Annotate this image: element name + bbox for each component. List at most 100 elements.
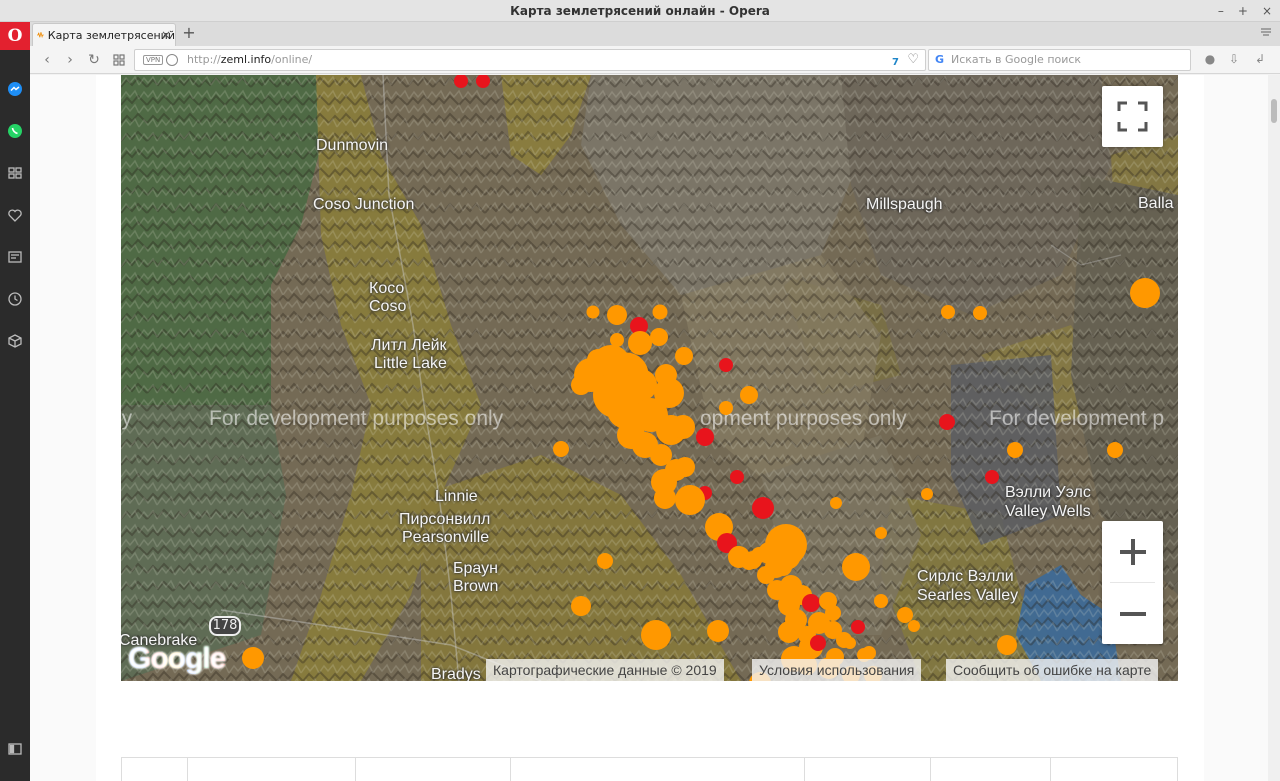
- earthquake-map[interactable]: ly For development purposes only opment …: [121, 75, 1178, 681]
- earthquake-marker[interactable]: [767, 580, 787, 600]
- earthquake-marker[interactable]: [675, 485, 705, 515]
- forward-icon[interactable]: ›: [61, 51, 79, 69]
- table-divider: [187, 758, 188, 781]
- earthquake-marker[interactable]: [596, 383, 620, 407]
- url-text[interactable]: http://zeml.info/online/: [187, 50, 312, 70]
- place-coso-junction: Coso Junction: [313, 196, 415, 213]
- fullscreen-button[interactable]: [1102, 86, 1163, 147]
- terms-of-use-link[interactable]: Условия использования: [752, 659, 922, 681]
- bookmark-heart-icon[interactable]: ♡: [907, 50, 919, 70]
- earthquake-marker-recent[interactable]: [810, 635, 826, 651]
- whatsapp-icon[interactable]: [7, 123, 23, 139]
- new-tab-button[interactable]: +: [180, 23, 198, 42]
- earthquake-marker[interactable]: [874, 594, 888, 608]
- earthquake-marker[interactable]: [607, 305, 627, 325]
- earthquake-marker[interactable]: [553, 441, 569, 457]
- vpn-badge[interactable]: VPN: [143, 55, 164, 65]
- earthquake-marker[interactable]: [571, 375, 591, 395]
- earthquake-marker[interactable]: [586, 305, 600, 319]
- earthquake-marker[interactable]: [997, 635, 1017, 655]
- google-logo[interactable]: Google: [128, 642, 226, 676]
- earthquake-marker[interactable]: [740, 386, 758, 404]
- zoom-out-button[interactable]: [1102, 583, 1163, 644]
- reload-icon[interactable]: ↻: [85, 51, 103, 69]
- table-divider: [804, 758, 805, 781]
- place-searles-valley-en: Searles Valley: [917, 587, 1019, 604]
- messenger-icon[interactable]: [7, 81, 23, 97]
- tab-grid-icon[interactable]: [110, 51, 128, 69]
- earthquake-marker-recent[interactable]: [939, 414, 955, 430]
- dev-watermark-left: ly: [121, 407, 133, 430]
- tab-menu-icon[interactable]: [1260, 26, 1272, 38]
- history-clock-icon[interactable]: [7, 291, 23, 307]
- earthquake-marker[interactable]: [652, 304, 668, 320]
- earthquake-marker[interactable]: [1107, 442, 1123, 458]
- earthquake-marker[interactable]: [973, 306, 987, 320]
- download-icon[interactable]: ⇩: [1226, 52, 1242, 68]
- sidebar-toggle-icon[interactable]: [7, 741, 23, 757]
- place-balla: Balla: [1138, 195, 1174, 212]
- earthquake-marker[interactable]: [825, 605, 841, 621]
- back-icon[interactable]: ‹: [38, 51, 56, 69]
- earthquake-marker[interactable]: [941, 305, 955, 319]
- news-icon[interactable]: [7, 249, 23, 265]
- earthquake-marker[interactable]: [875, 527, 887, 539]
- tab-earthquake-map[interactable]: Карта землетрясений ×: [32, 23, 176, 46]
- earthquake-marker[interactable]: [641, 620, 671, 650]
- earthquake-marker-recent[interactable]: [730, 470, 744, 484]
- earthquake-marker[interactable]: [1130, 278, 1160, 308]
- earthquake-marker[interactable]: [842, 553, 870, 581]
- earthquake-marker[interactable]: [571, 596, 591, 616]
- scrollbar-thumb[interactable]: [1271, 99, 1277, 123]
- place-little-lake-en: Little Lake: [374, 355, 447, 372]
- earthquake-marker[interactable]: [1007, 442, 1023, 458]
- minimize-button[interactable]: –: [1218, 0, 1224, 22]
- earthquake-marker[interactable]: [844, 637, 856, 649]
- vertical-scrollbar[interactable]: [1268, 75, 1280, 781]
- place-searles-valley-ru: Сирлс Вэлли: [917, 568, 1014, 585]
- earthquake-marker-recent[interactable]: [696, 428, 714, 446]
- dev-watermark: For development purposes only: [209, 407, 504, 430]
- close-window-button[interactable]: ×: [1262, 0, 1272, 22]
- earthquake-marker[interactable]: [597, 553, 613, 569]
- opera-menu-button[interactable]: O: [0, 22, 30, 50]
- earthquake-marker[interactable]: [778, 621, 800, 643]
- earthquake-marker[interactable]: [242, 647, 264, 669]
- earthquake-marker-recent[interactable]: [719, 358, 733, 372]
- earthquake-marker[interactable]: [671, 415, 695, 439]
- search-placeholder: Искать в Google поиск: [951, 53, 1082, 66]
- earthquake-marker[interactable]: [908, 620, 920, 632]
- earthquake-marker[interactable]: [707, 620, 729, 642]
- earthquake-marker-recent[interactable]: [851, 620, 865, 634]
- earthquake-marker[interactable]: [774, 558, 792, 576]
- address-bar[interactable]: VPN http://zeml.info/online/ 7 ♡: [134, 49, 926, 71]
- zoom-in-button[interactable]: [1102, 521, 1163, 582]
- search-input[interactable]: G Искать в Google поиск: [928, 49, 1191, 71]
- earthquake-marker[interactable]: [830, 497, 842, 509]
- earthquake-marker-recent[interactable]: [802, 594, 820, 612]
- earthquake-marker[interactable]: [650, 328, 668, 346]
- maximize-button[interactable]: +: [1238, 0, 1248, 22]
- fullscreen-icon: [1117, 101, 1148, 132]
- extension-badge[interactable]: 7: [892, 53, 899, 73]
- bookmarks-heart-icon[interactable]: [7, 207, 23, 223]
- earthquake-marker[interactable]: [719, 401, 733, 415]
- report-map-error-link[interactable]: Сообщить об ошибке на карте: [946, 659, 1159, 681]
- earthquake-marker[interactable]: [654, 487, 676, 509]
- earthquake-marker[interactable]: [741, 554, 757, 570]
- earthquake-marker[interactable]: [675, 457, 695, 477]
- earthquake-marker-recent[interactable]: [752, 497, 774, 519]
- earthquake-marker[interactable]: [921, 488, 933, 500]
- earthquake-marker[interactable]: [628, 331, 652, 355]
- window-controls: – + ×: [1218, 0, 1272, 22]
- tab-close-icon[interactable]: ×: [161, 28, 171, 42]
- snapshot-icon[interactable]: ↲: [1252, 52, 1268, 68]
- cookie-icon[interactable]: ●: [1202, 52, 1218, 68]
- earthquake-marker[interactable]: [587, 349, 609, 371]
- place-linnie: Linnie: [435, 488, 478, 505]
- earthquake-marker[interactable]: [675, 347, 693, 365]
- extensions-cube-icon[interactable]: [7, 333, 23, 349]
- speed-dial-icon[interactable]: [7, 165, 23, 181]
- place-pearsonville-en: Pearsonville: [402, 529, 490, 546]
- earthquake-marker-recent[interactable]: [985, 470, 999, 484]
